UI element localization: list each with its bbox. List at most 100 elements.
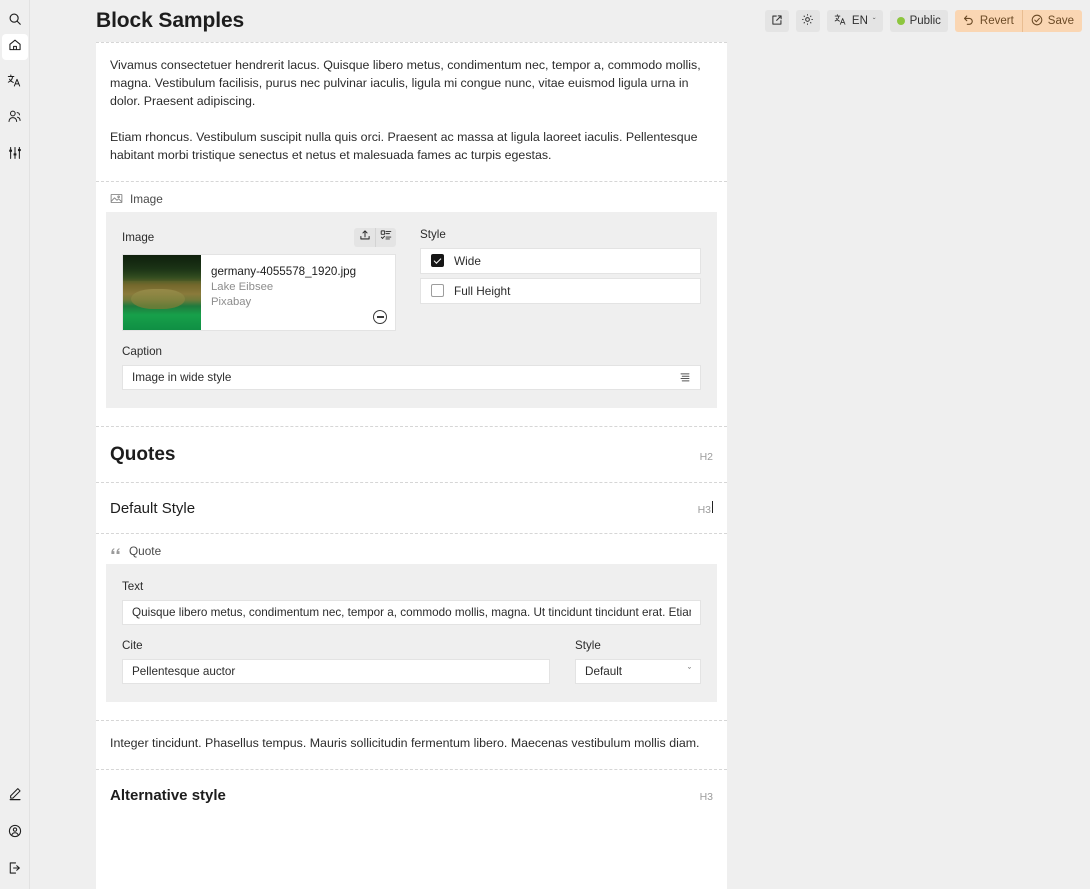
style-field-label: Style: [420, 227, 446, 241]
revert-button[interactable]: Revert: [955, 10, 1022, 32]
media-filename: germany-4055578_1920.jpg: [211, 264, 357, 278]
media-list-icon: [380, 228, 392, 246]
remove-media-button[interactable]: [373, 309, 387, 324]
sidebar-item-edit[interactable]: [2, 783, 28, 809]
style-field-column: Style Wide Full Height: [420, 228, 701, 331]
search-button[interactable]: [2, 8, 28, 34]
media-metadata: germany-4055578_1920.jpg Lake Eibsee Pix…: [201, 255, 366, 330]
heading-quotes[interactable]: Quotes H2: [96, 427, 727, 482]
sidebar-item-settings[interactable]: [2, 142, 28, 168]
sidebar: [0, 0, 30, 889]
image-field-label: Image: [122, 230, 155, 244]
status-badge[interactable]: Public: [889, 10, 948, 32]
image-field-column: Image germany-4055578_1920.jpg Lake Eibs…: [122, 227, 396, 331]
quote-cite-value: Pellentesque auctor: [132, 664, 236, 678]
caption-input[interactable]: Image in wide style: [122, 364, 701, 390]
quote-text-value: Quisque libero metus, condimentum nec, t…: [132, 605, 691, 619]
media-browse-button[interactable]: [375, 227, 396, 247]
style-option-full-height[interactable]: Full Height: [420, 277, 701, 304]
sidebar-item-account[interactable]: [2, 820, 28, 846]
pencil-icon: [8, 787, 22, 806]
caption-value: Image in wide style: [132, 370, 232, 384]
quote-block-panel: Text Quisque libero metus, condimentum n…: [106, 563, 717, 702]
sidebar-item-translations[interactable]: [2, 70, 28, 96]
heading-tag: H2: [699, 450, 713, 463]
quote-cite-input[interactable]: Pellentesque auctor: [122, 658, 550, 684]
translate-icon: [7, 73, 22, 93]
home-icon: [8, 38, 22, 57]
paragraph-text: Vivamus consectetuer hendrerit lacus. Qu…: [110, 58, 701, 108]
heading-tag: H3: [699, 790, 713, 803]
heading-alternative-style[interactable]: Alternative style H3: [96, 770, 727, 820]
chevron-down-icon: ˇ: [688, 666, 691, 677]
quote-text-input[interactable]: Quisque libero metus, condimentum nec, t…: [122, 599, 701, 625]
block-label-text: Quote: [129, 543, 162, 558]
quote-cite-field: Cite Pellentesque auctor: [122, 639, 550, 684]
caption-field: Caption Image in wide style: [122, 345, 701, 390]
sidebar-item-logout[interactable]: [2, 857, 28, 883]
checkbox-checked-icon[interactable]: [431, 254, 444, 268]
editor-canvas: Vivamus consectetuer hendrerit lacus. Qu…: [96, 42, 727, 889]
revert-label: Revert: [979, 15, 1014, 27]
heading-default-style[interactable]: Default Style H3: [96, 483, 727, 533]
sidebar-nav-bottom: [2, 783, 28, 883]
save-button[interactable]: Save: [1021, 10, 1082, 32]
paragraph-text: Etiam rhoncus. Vestibulum suscipit nulla…: [110, 129, 698, 162]
text-caret: [712, 500, 713, 513]
undo-icon: [963, 14, 975, 29]
image-block-columns: Image germany-4055578_1920.jpg Lake Eibs…: [122, 227, 701, 331]
upload-icon: [359, 228, 371, 246]
paragraph-block-outro[interactable]: Integer tincidunt. Phasellus tempus. Mau…: [96, 721, 727, 769]
media-thumbnail: [123, 254, 201, 330]
external-link-icon: [771, 14, 783, 29]
quote-style-label: Style: [575, 638, 601, 652]
caption-label: Caption: [122, 344, 162, 358]
settings-button[interactable]: [795, 10, 820, 32]
sidebar-item-home[interactable]: [1, 34, 28, 60]
save-actions-group: Revert Save: [954, 10, 1082, 32]
image-actions: [354, 227, 396, 247]
paragraph-text: Integer tincidunt. Phasellus tempus. Mau…: [110, 735, 700, 750]
quote-icon: [110, 545, 122, 557]
minus-circle-icon: [376, 316, 384, 318]
preview-button[interactable]: [764, 10, 789, 32]
heading-text: Alternative style: [110, 786, 226, 804]
quote-text-field: Text Quisque libero metus, condimentum n…: [122, 580, 701, 625]
language-label: EN: [851, 15, 868, 27]
sliders-icon: [8, 146, 22, 165]
language-selector[interactable]: EN ˇ: [826, 10, 883, 32]
image-block-panel: Image germany-4055578_1920.jpg Lake Eibs…: [106, 211, 717, 408]
style-option-wide[interactable]: Wide: [420, 247, 701, 274]
search-icon: [8, 12, 22, 31]
account-circle-icon: [8, 824, 22, 843]
heading-text: Default Style: [110, 499, 196, 517]
logout-icon: [8, 861, 22, 880]
sidebar-gap-4: [2, 809, 28, 820]
status-dot-icon: [896, 17, 905, 25]
media-title: Lake Eibsee: [211, 280, 274, 293]
quote-style-select[interactable]: Default ˇ: [575, 658, 701, 684]
image-block-label: Image: [96, 182, 727, 212]
paragraph-block-intro[interactable]: Vivamus consectetuer hendrerit lacus. Qu…: [96, 43, 727, 181]
quote-style-value: Default: [585, 664, 623, 678]
sidebar-item-users[interactable]: [2, 106, 28, 132]
editor-canvas-scroll[interactable]: Vivamus consectetuer hendrerit lacus. Qu…: [30, 42, 1090, 889]
media-card[interactable]: germany-4055578_1920.jpg Lake Eibsee Pix…: [122, 253, 396, 331]
gear-icon: [801, 13, 814, 29]
sidebar-gap-3: [2, 131, 28, 142]
sidebar-nav-top: [1, 34, 28, 168]
sidebar-gap-5: [2, 846, 28, 857]
text-format-icon[interactable]: [679, 371, 691, 383]
block-label-text: Image: [130, 191, 163, 206]
users-icon: [7, 109, 22, 129]
translate-icon: [834, 13, 847, 29]
heading-text: Quotes: [110, 443, 176, 465]
quote-meta-row: Cite Pellentesque auctor Style Default ˇ: [122, 639, 701, 684]
upload-button[interactable]: [354, 228, 375, 247]
save-label: Save: [1047, 15, 1074, 27]
main-area: Block Samples EN ˇ Public Revert Save Vi…: [30, 0, 1090, 889]
image-block: Image Image germany-4055578_1920.jpg Lak…: [96, 182, 727, 408]
quote-block-label: Quote: [96, 534, 727, 564]
checkbox-icon[interactable]: [431, 284, 444, 298]
media-source: Pixabay: [211, 296, 252, 309]
